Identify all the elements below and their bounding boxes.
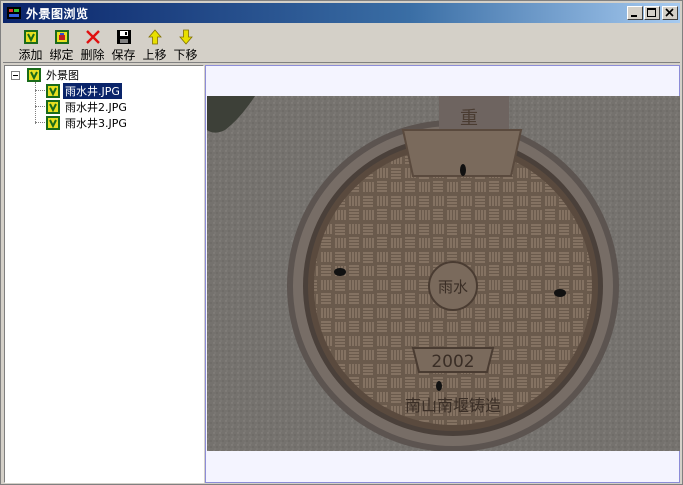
- maximize-button[interactable]: [644, 6, 660, 20]
- toolbar: 添加 绑定 删除 保存 上移 下移: [3, 27, 680, 63]
- tree-item[interactable]: 雨水井3.JPG: [45, 115, 129, 131]
- save-icon: [116, 29, 132, 45]
- tree-connector: [35, 122, 45, 123]
- tree-item[interactable]: 雨水井2.JPG: [45, 99, 129, 115]
- folder-image-icon: [26, 67, 42, 83]
- move-up-label: 上移: [142, 48, 167, 62]
- manhole-photo: 重 雨水 2002 南山南堰铸造: [207, 96, 680, 451]
- bind-button[interactable]: 绑定: [46, 27, 77, 63]
- add-icon: [23, 29, 39, 45]
- close-button[interactable]: [662, 6, 678, 20]
- bind-label: 绑定: [49, 48, 74, 62]
- delete-label: 删除: [80, 48, 105, 62]
- app-icon[interactable]: [6, 5, 22, 21]
- cover-year-text: 2002: [431, 352, 474, 372]
- move-down-button[interactable]: 下移: [170, 27, 201, 63]
- move-down-label: 下移: [173, 48, 198, 62]
- add-label: 添加: [18, 48, 43, 62]
- cover-center-text: 雨水: [438, 278, 468, 296]
- image-file-icon: [45, 115, 61, 131]
- collapse-toggle[interactable]: [11, 71, 20, 80]
- delete-icon: [85, 29, 101, 45]
- cover-bottom-text: 南山南堰铸造: [405, 396, 501, 415]
- window-title: 外景图浏览: [26, 6, 89, 21]
- tree-item-label: 雨水井.JPG: [62, 82, 123, 100]
- tree-item-label: 雨水井2.JPG: [65, 101, 127, 114]
- tree-root[interactable]: 外景图: [26, 67, 81, 83]
- image-tree[interactable]: 外景图 雨水井.JPG 雨水井2.JPG 雨水井3.JPG: [4, 65, 204, 483]
- move-up-button[interactable]: 上移: [139, 27, 170, 63]
- arrow-down-icon: [178, 29, 194, 45]
- arrow-up-icon: [147, 29, 163, 45]
- add-button[interactable]: 添加: [15, 27, 46, 63]
- save-button[interactable]: 保存: [108, 27, 139, 63]
- tree-item-label: 雨水井3.JPG: [65, 117, 127, 130]
- tree-connector: [35, 106, 45, 107]
- tree-connector: [35, 90, 45, 91]
- title-bar[interactable]: 外景图浏览: [3, 3, 680, 23]
- cover-top-text: 重: [460, 108, 478, 129]
- delete-button[interactable]: 删除: [77, 27, 108, 63]
- save-label: 保存: [111, 48, 136, 62]
- image-file-icon: [45, 83, 61, 99]
- tree-root-label: 外景图: [46, 69, 79, 82]
- app-window: 外景图浏览 添加 绑定 删除 保存 上移 下移 外景图 雨水井.JPG 雨水井2…: [0, 0, 683, 485]
- tree-connector: [35, 82, 36, 124]
- image-file-icon: [45, 99, 61, 115]
- tree-item[interactable]: 雨水井.JPG: [45, 82, 123, 100]
- image-viewer[interactable]: 重 雨水 2002 南山南堰铸造: [205, 65, 680, 483]
- minimize-button[interactable]: [627, 6, 643, 20]
- bind-icon: [54, 29, 70, 45]
